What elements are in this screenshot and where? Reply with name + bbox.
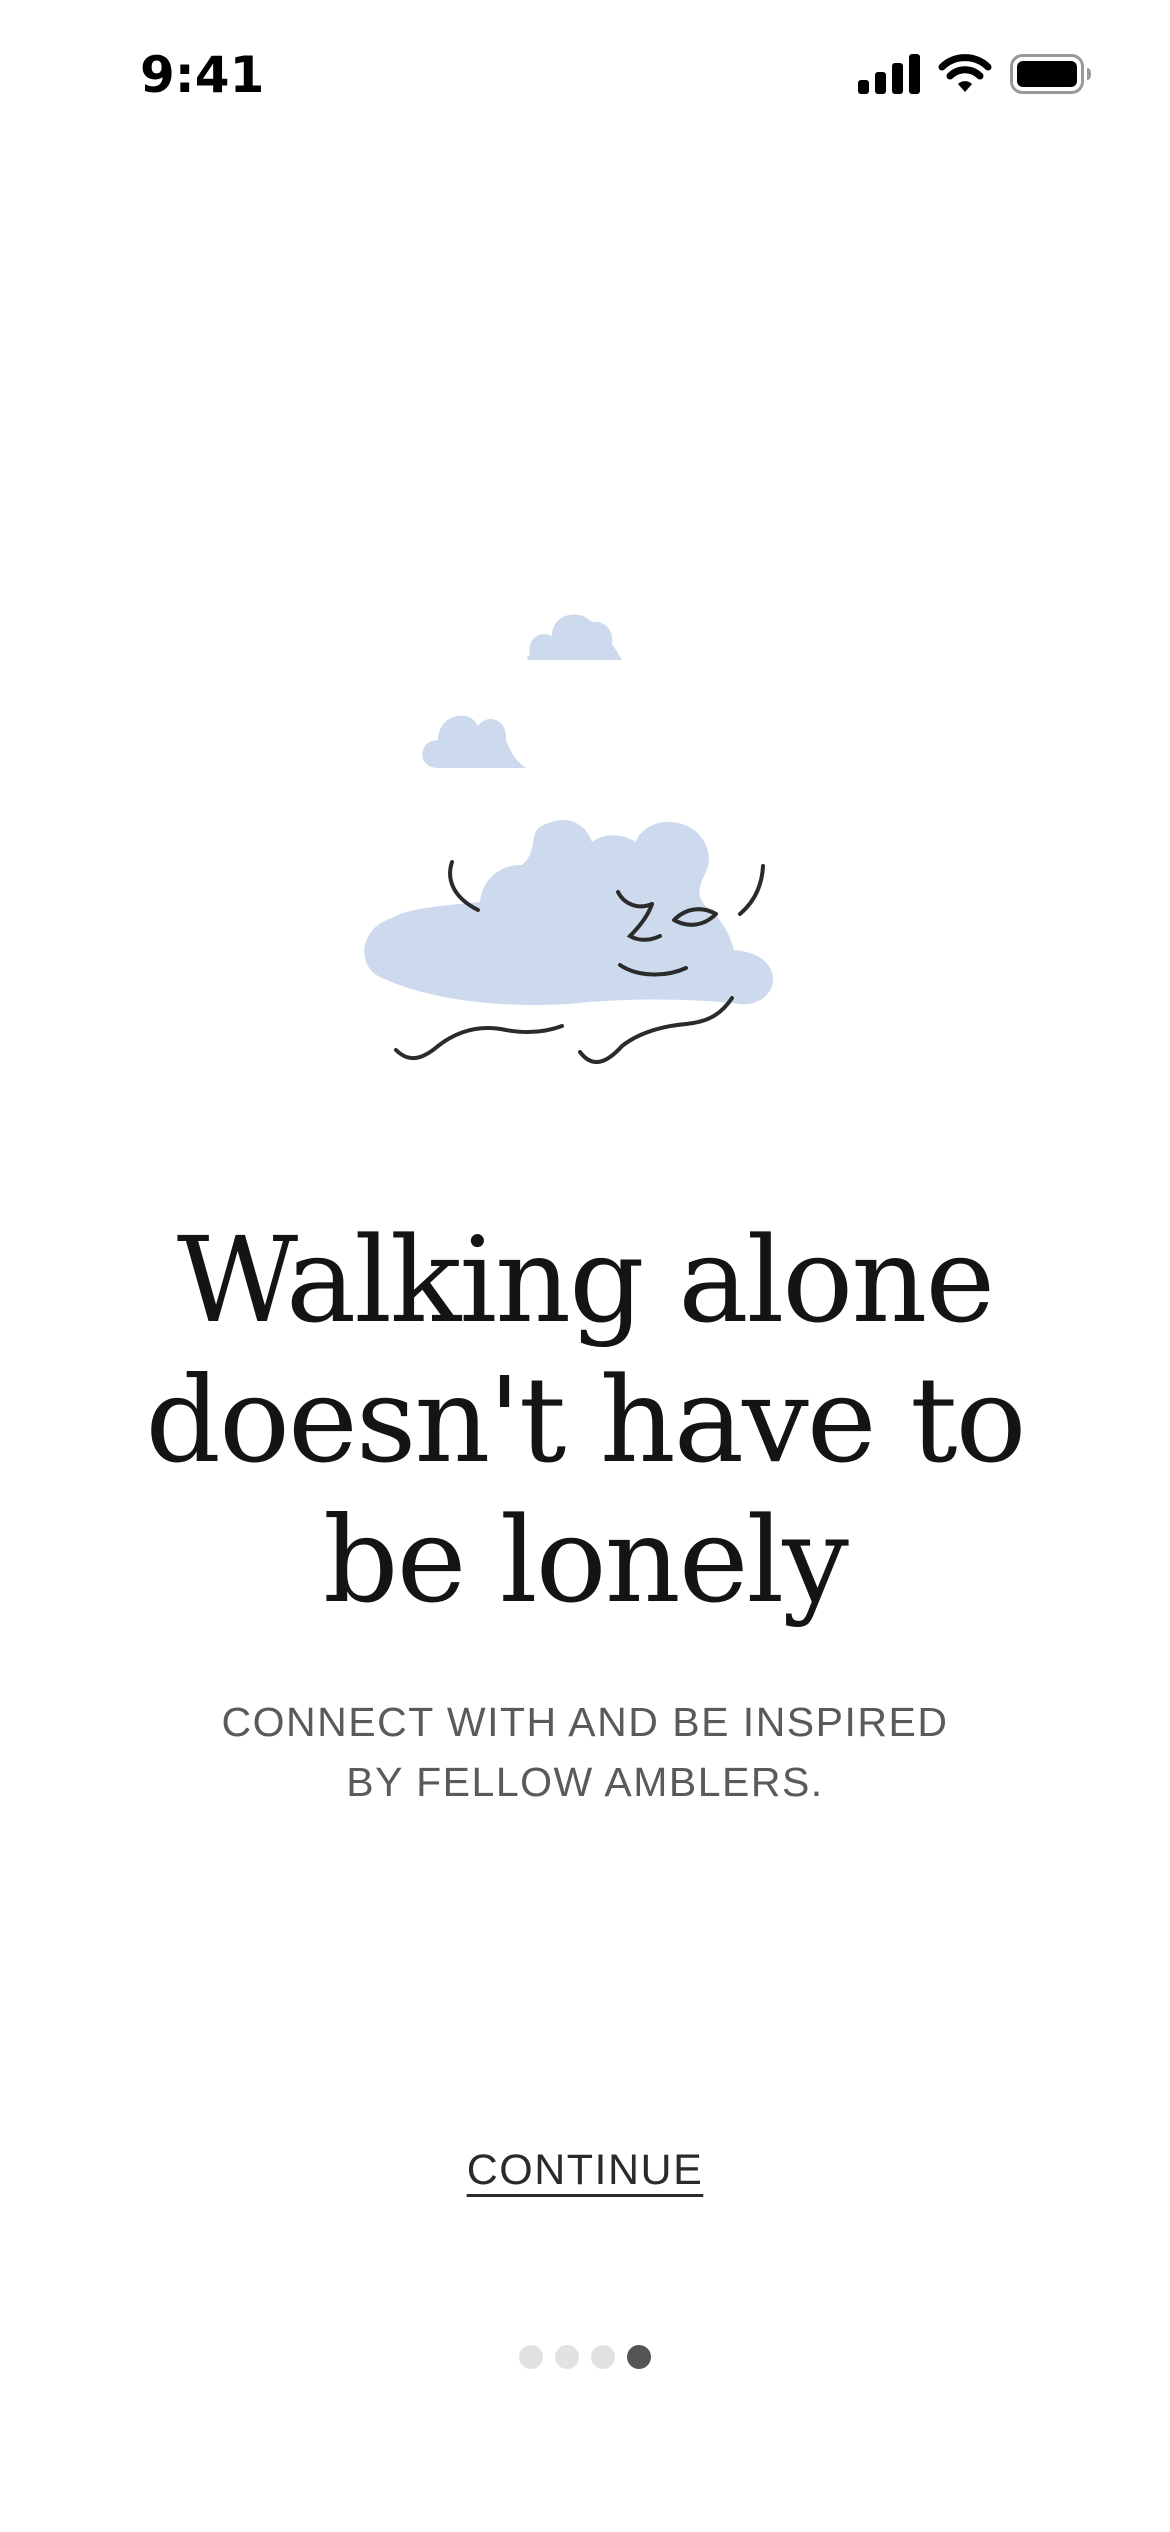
page-indicator — [0, 2345, 1170, 2369]
wind-line-right — [578, 996, 734, 1064]
headline-line: Walking alone — [176, 1211, 995, 1349]
page-dot-4-active[interactable] — [627, 2345, 651, 2369]
headline-line: be lonely — [323, 1491, 849, 1629]
subheadline: CONNECT WITH AND BE INSPIRED BY FELLOW A… — [135, 1692, 1035, 1812]
small-cloud-middle — [422, 715, 526, 768]
page-dot-2[interactable] — [555, 2345, 579, 2369]
battery-icon — [1010, 54, 1091, 94]
sleeping-cloud-illustration — [364, 614, 774, 1064]
wifi-icon — [938, 54, 992, 92]
wind-line-left — [394, 1024, 564, 1061]
continue-button[interactable]: CONTINUE — [385, 2140, 785, 2200]
cloud-right-arm — [738, 864, 765, 916]
subheadline-line: BY FELLOW AMBLERS. — [346, 1759, 824, 1805]
subheadline-line: CONNECT WITH AND BE INSPIRED — [221, 1699, 949, 1745]
status-time: 9:41 — [140, 46, 265, 104]
status-icons — [858, 54, 1092, 94]
headline: Walking alone doesn't have to be lonely — [85, 1210, 1085, 1630]
headline-line: doesn't have to — [145, 1351, 1026, 1489]
page-dot-1[interactable] — [519, 2345, 543, 2369]
status-bar: 9:41 — [0, 0, 1170, 150]
page-dot-3[interactable] — [591, 2345, 615, 2369]
cellular-signal-icon — [858, 54, 920, 94]
small-cloud-top — [527, 614, 622, 660]
